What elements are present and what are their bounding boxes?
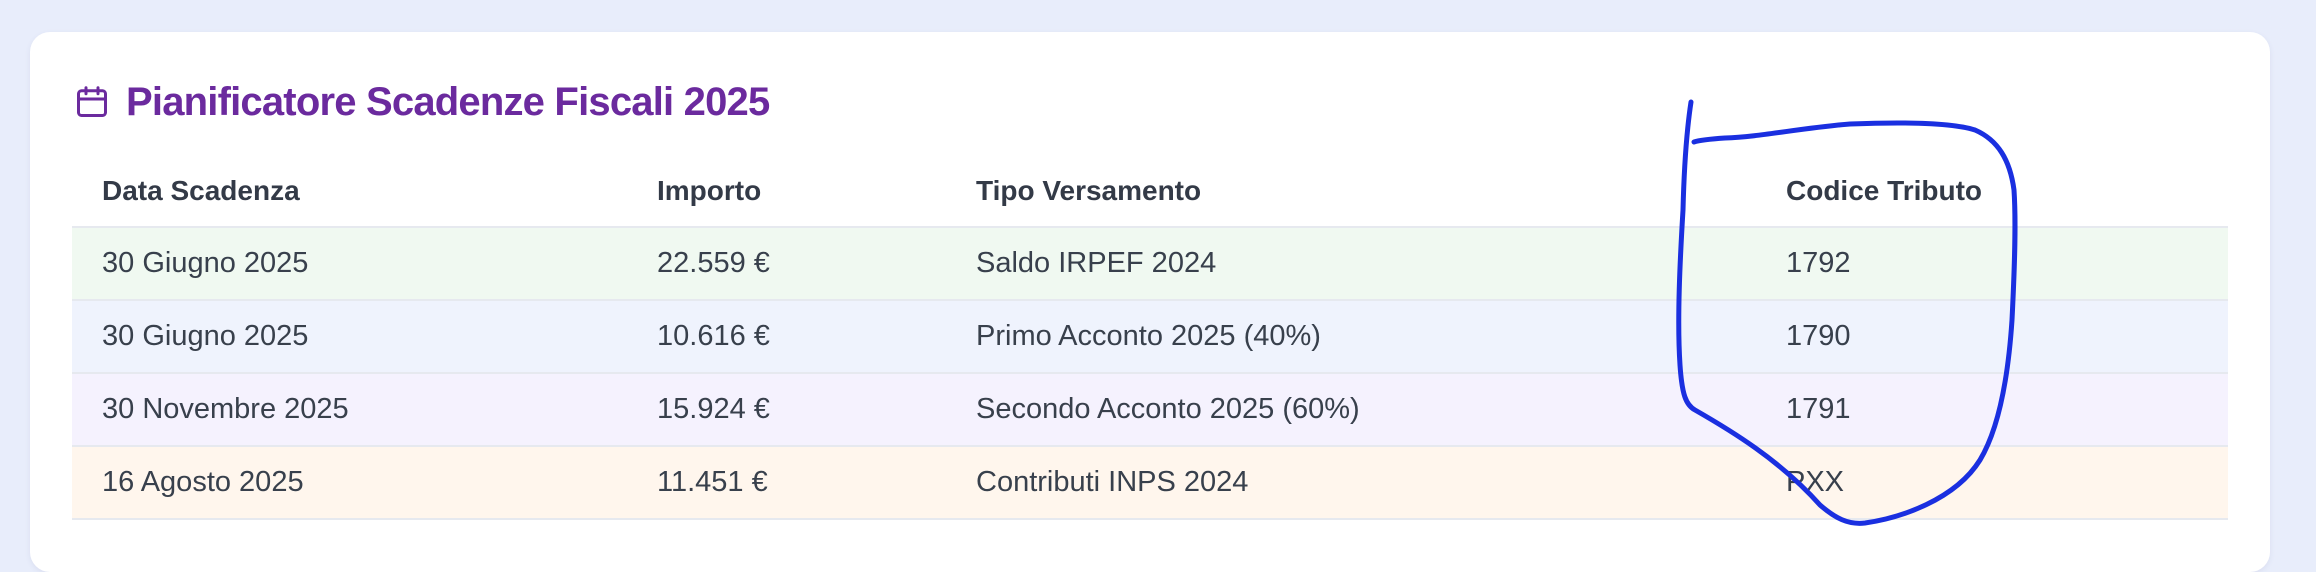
header-code: Codice Tributo xyxy=(1756,156,2228,228)
cell-amount: 11.451 € xyxy=(627,446,946,520)
cell-amount: 10.616 € xyxy=(627,300,946,374)
table-row: 30 Giugno 2025 22.559 € Saldo IRPEF 2024… xyxy=(72,227,2228,301)
page-title: Pianificatore Scadenze Fiscali 2025 xyxy=(126,79,770,124)
cell-code: 1791 xyxy=(1756,373,2228,447)
header-amount: Importo xyxy=(627,156,946,228)
header-date: Data Scadenza xyxy=(72,156,627,228)
tax-deadline-card: Pianificatore Scadenze Fiscali 2025 Data… xyxy=(30,32,2270,572)
table-row: 30 Novembre 2025 15.924 € Secondo Accont… xyxy=(72,373,2228,447)
cell-date: 16 Agosto 2025 xyxy=(72,446,627,520)
cell-code: PXX xyxy=(1756,446,2228,520)
calendar-icon xyxy=(74,84,110,120)
cell-code: 1792 xyxy=(1756,227,2228,301)
cell-date: 30 Giugno 2025 xyxy=(72,227,627,301)
cell-type: Contributi INPS 2024 xyxy=(946,446,1756,520)
tax-deadlines-table: Data Scadenza Importo Tipo Versamento Co… xyxy=(72,156,2228,520)
cell-type: Saldo IRPEF 2024 xyxy=(946,227,1756,301)
cell-type: Secondo Acconto 2025 (60%) xyxy=(946,373,1756,447)
table-header-row: Data Scadenza Importo Tipo Versamento Co… xyxy=(72,156,2228,228)
table-row: 30 Giugno 2025 10.616 € Primo Acconto 20… xyxy=(72,300,2228,374)
cell-amount: 15.924 € xyxy=(627,373,946,447)
card-header: Pianificatore Scadenze Fiscali 2025 xyxy=(74,72,770,132)
table-row: 16 Agosto 2025 11.451 € Contributi INPS … xyxy=(72,446,2228,520)
cell-amount: 22.559 € xyxy=(627,227,946,301)
cell-type: Primo Acconto 2025 (40%) xyxy=(946,300,1756,374)
cell-date: 30 Giugno 2025 xyxy=(72,300,627,374)
cell-code: 1790 xyxy=(1756,300,2228,374)
header-type: Tipo Versamento xyxy=(946,156,1756,228)
cell-date: 30 Novembre 2025 xyxy=(72,373,627,447)
